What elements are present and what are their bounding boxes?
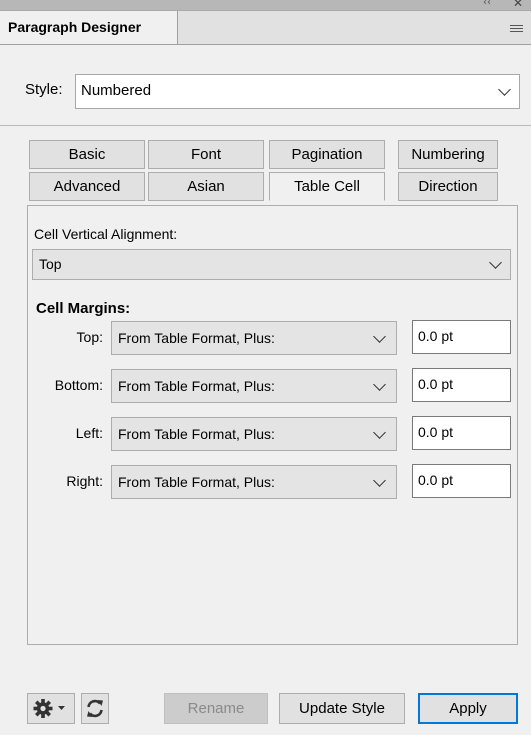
margin-left-value: 0.0 pt <box>418 424 454 440</box>
refresh-button[interactable] <box>81 693 109 724</box>
designer-tabs: Basic Font Pagination Numbering Advanced… <box>29 140 498 204</box>
table-cell-page: Cell Vertical Alignment: Top Cell Margin… <box>27 205 518 645</box>
tab-font[interactable]: Font <box>148 140 264 169</box>
tab-label: Table Cell <box>294 178 360 195</box>
rename-button[interactable]: Rename <box>164 693 268 724</box>
cell-vertical-alignment-select[interactable]: Top <box>32 249 511 280</box>
gear-icon <box>33 699 65 718</box>
margin-top-source-value: From Table Format, Plus: <box>118 330 275 346</box>
margin-bottom-source-select[interactable]: From Table Format, Plus: <box>111 369 397 403</box>
tab-direction[interactable]: Direction <box>398 172 498 201</box>
update-style-button[interactable]: Update Style <box>279 693 405 724</box>
cell-margins-heading: Cell Margins: <box>36 300 131 317</box>
tab-label: Basic <box>68 146 106 163</box>
chevron-down-icon <box>373 474 386 487</box>
paragraph-designer-panel: ‹‹ ✕ Paragraph Designer Style: Numbered … <box>0 0 531 735</box>
tab-label: Direction <box>418 178 478 195</box>
tab-label: Asian <box>187 178 225 195</box>
refresh-icon <box>87 699 103 718</box>
margin-left-input[interactable]: 0.0 pt <box>412 416 511 450</box>
hamburger-menu-icon[interactable] <box>510 25 523 33</box>
chevron-down-icon <box>498 83 511 96</box>
settings-menu-button[interactable] <box>27 693 75 724</box>
style-select[interactable]: Numbered <box>75 74 520 109</box>
panel-content: Style: Numbered Basic Font Pagination Nu… <box>0 45 531 735</box>
margin-left-label: Left: <box>75 425 103 441</box>
chevron-down-icon <box>373 378 386 391</box>
margin-top-value: 0.0 pt <box>418 328 454 344</box>
close-icon[interactable]: ✕ <box>513 0 523 10</box>
button-bar: Rename Update Style Apply <box>0 645 531 735</box>
collapse-icon[interactable]: ‹‹ <box>483 0 491 8</box>
panel-tab-label: Paragraph Designer <box>8 19 142 35</box>
rename-button-label: Rename <box>187 700 245 717</box>
margin-right-source-value: From Table Format, Plus: <box>118 474 275 490</box>
margin-bottom-input[interactable]: 0.0 pt <box>412 368 511 402</box>
update-style-button-label: Update Style <box>299 700 385 717</box>
margin-bottom-source-value: From Table Format, Plus: <box>118 378 275 394</box>
chevron-down-icon <box>489 256 502 269</box>
style-label: Style: <box>25 81 63 98</box>
tab-label: Font <box>190 146 221 163</box>
apply-button[interactable]: Apply <box>418 693 518 724</box>
cell-vertical-alignment-value: Top <box>39 256 62 272</box>
panel-tab-paragraph-designer[interactable]: Paragraph Designer <box>0 11 178 44</box>
margin-right-value: 0.0 pt <box>418 472 454 488</box>
margin-left-source-value: From Table Format, Plus: <box>118 426 275 442</box>
tab-table-cell[interactable]: Table Cell <box>269 172 385 201</box>
margin-right-source-select[interactable]: From Table Format, Plus: <box>111 465 397 499</box>
margin-bottom-value: 0.0 pt <box>418 376 454 392</box>
margin-right-input[interactable]: 0.0 pt <box>412 464 511 498</box>
panel-title-strip: ‹‹ ✕ <box>0 0 531 11</box>
tab-label: Pagination <box>291 146 363 163</box>
chevron-down-icon <box>373 426 386 439</box>
style-select-value: Numbered <box>81 82 152 99</box>
tab-advanced[interactable]: Advanced <box>29 172 145 201</box>
margin-left-source-select[interactable]: From Table Format, Plus: <box>111 417 397 451</box>
tab-asian[interactable]: Asian <box>148 172 264 201</box>
margin-bottom-label: Bottom: <box>54 377 103 393</box>
tab-label: Advanced <box>53 178 121 195</box>
panel-tab-strip: Paragraph Designer <box>0 11 531 45</box>
tab-numbering[interactable]: Numbering <box>398 140 498 169</box>
margin-right-label: Right: <box>66 473 103 489</box>
cell-vertical-alignment-label: Cell Vertical Alignment: <box>34 226 178 242</box>
margin-top-label: Top: <box>76 329 103 345</box>
tab-pagination[interactable]: Pagination <box>269 140 385 169</box>
chevron-down-icon <box>373 330 386 343</box>
margin-top-input[interactable]: 0.0 pt <box>412 320 511 354</box>
apply-button-label: Apply <box>449 700 487 717</box>
tab-label: Numbering <box>411 146 485 163</box>
margin-top-source-select[interactable]: From Table Format, Plus: <box>111 321 397 355</box>
style-row: Style: Numbered <box>0 45 531 126</box>
tab-basic[interactable]: Basic <box>29 140 145 169</box>
